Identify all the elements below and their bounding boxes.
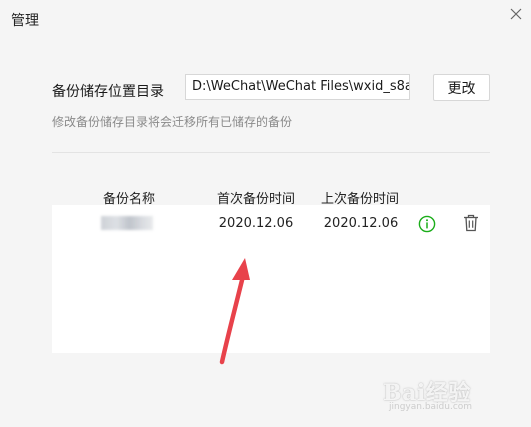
backup-location-hint: 修改备份储存目录将会迁移所有已储存的备份 — [52, 115, 293, 129]
section-divider — [52, 152, 490, 153]
backup-path-field[interactable]: D:\WeChat\WeChat Files\wxid_s8aodz — [185, 74, 410, 100]
info-circle-icon[interactable] — [418, 215, 436, 233]
trash-icon[interactable] — [463, 214, 479, 232]
backup-name-blurred — [101, 216, 153, 230]
window-title: 管理 — [11, 13, 39, 29]
baidu-watermark: Bai经验 jingyan.baidu.com — [383, 375, 513, 415]
manage-window: 管理 备份储存位置目录 D:\WeChat\WeChat Files\wxid_… — [0, 0, 531, 427]
backup-list: 2020.12.06 2020.12.06 — [52, 205, 490, 353]
backup-location-label: 备份储存位置目录 — [52, 84, 164, 100]
watermark-text: Bai经验 — [383, 380, 471, 406]
close-icon — [510, 8, 522, 20]
watermark-url: jingyan.baidu.com — [389, 402, 473, 412]
backup-last-time: 2020.12.06 — [323, 216, 399, 231]
close-button[interactable] — [501, 0, 531, 28]
change-location-button[interactable]: 更改 — [433, 74, 490, 101]
backup-row[interactable]: 2020.12.06 2020.12.06 — [52, 205, 490, 243]
backup-first-time: 2020.12.06 — [218, 216, 294, 231]
